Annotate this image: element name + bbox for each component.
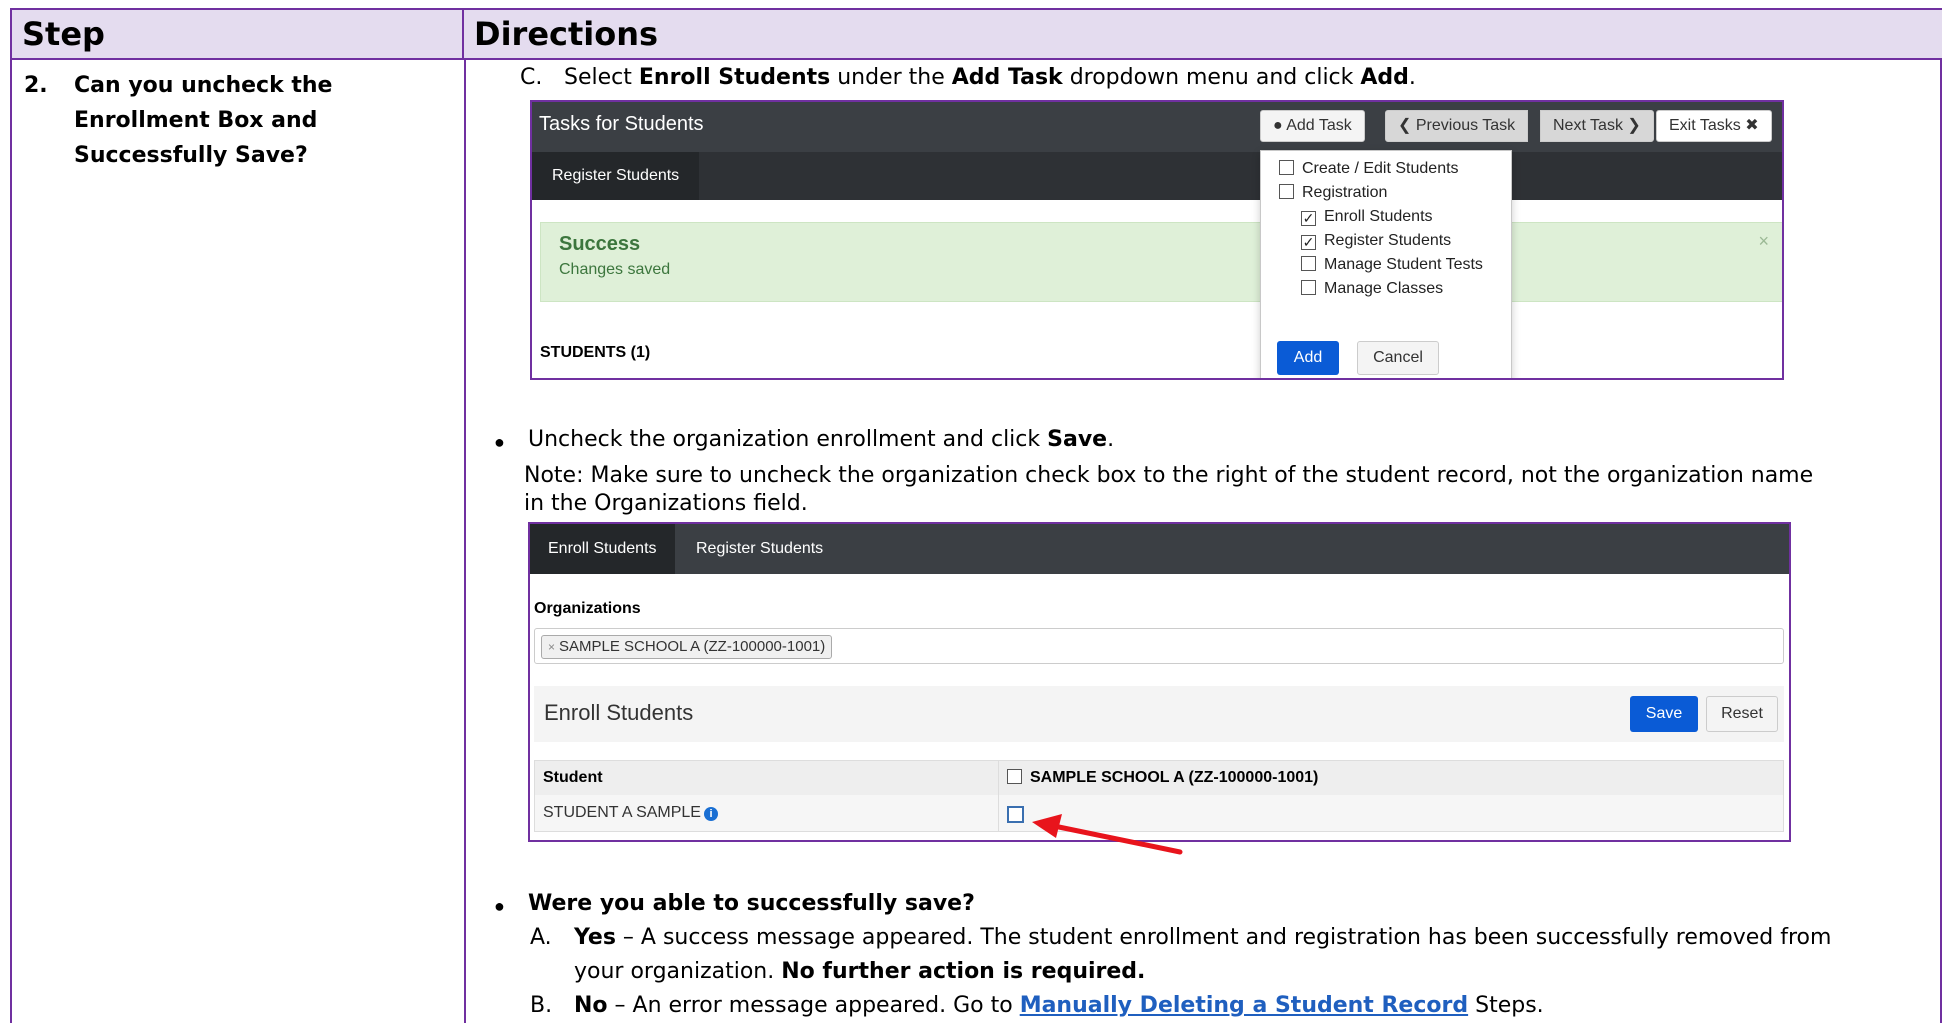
column-header-student: Student <box>535 761 999 795</box>
remove-icon[interactable]: × <box>548 640 555 654</box>
header-step: Step <box>12 10 464 60</box>
chevron-left-icon: ❮ <box>1398 117 1412 134</box>
checkbox-icon[interactable] <box>1279 184 1294 199</box>
enroll-panel-header: Enroll Students Save Reset <box>534 686 1784 742</box>
column-divider <box>464 60 466 1023</box>
add-button[interactable]: Add <box>1277 341 1339 375</box>
success-title: Success <box>559 233 641 255</box>
checkbox-icon[interactable] <box>1301 280 1316 295</box>
answer-a-text: Yes – A success message appeared. The st… <box>574 925 1832 950</box>
close-icon: ✖ <box>1745 117 1759 134</box>
answer-b-text: No – An error message appeared. Go to Ma… <box>574 993 1544 1018</box>
manually-deleting-link[interactable]: Manually Deleting a Student Record <box>1020 993 1468 1018</box>
enrollment-checkbox[interactable] <box>1007 806 1024 823</box>
answer-a-line-2: your organization. No further action is … <box>574 959 1146 984</box>
plus-circle-icon: ● <box>1273 117 1283 134</box>
organization-chip[interactable]: × SAMPLE SCHOOL A (ZZ-100000-1001) <box>541 635 833 659</box>
select-all-checkbox[interactable] <box>1007 769 1022 784</box>
tasks-title: Tasks for Students <box>539 113 704 135</box>
checked-checkbox-icon[interactable]: ✓ <box>1301 235 1316 250</box>
info-icon[interactable]: i <box>703 807 718 821</box>
organizations-label: Organizations <box>534 600 641 617</box>
menu-item-manage-student-tests[interactable]: Manage Student Tests <box>1301 253 1483 277</box>
enroll-tab-bar: Enroll Students Register Students <box>530 524 1789 574</box>
direction-c-label: C. <box>520 65 543 90</box>
students-count: STUDENTS (1) <box>540 344 651 361</box>
close-alert-icon[interactable]: × <box>1758 231 1769 252</box>
step-line-3: Successfully Save? <box>74 143 308 168</box>
tasks-tab-bar: Register Students <box>532 152 1782 200</box>
menu-item-enroll-students[interactable]: ✓ Enroll Students <box>1301 205 1433 229</box>
exit-tasks-button[interactable]: Exit Tasks ✖ <box>1656 110 1772 142</box>
note-line-2: in the Organizations field. <box>524 491 808 516</box>
checkbox-icon[interactable] <box>1301 256 1316 271</box>
column-header-school: SAMPLE SCHOOL A (ZZ-100000-1001) <box>999 761 1783 795</box>
success-alert: Success Changes saved × <box>540 222 1782 302</box>
uncheck-instruction: Uncheck the organization enrollment and … <box>528 427 1115 452</box>
tab-register-students[interactable]: Register Students <box>532 152 700 200</box>
tab-register-students[interactable]: Register Students <box>678 524 841 574</box>
bullet-icon: ● <box>494 896 505 916</box>
tasks-screenshot: Tasks for Students ● Add Task ❮ Previous… <box>530 100 1784 380</box>
reset-button[interactable]: Reset <box>1706 696 1778 732</box>
red-arrow-icon <box>1032 814 1183 855</box>
panel-title: Enroll Students <box>544 700 694 725</box>
add-task-button[interactable]: ● Add Task <box>1260 110 1365 142</box>
answer-b-label: B. <box>530 993 553 1018</box>
question-text: Were you able to successfully save? <box>528 891 975 916</box>
enroll-screenshot: Enroll Students Register Students Organi… <box>528 522 1791 842</box>
next-task-button[interactable]: Next Task ❯ <box>1540 110 1654 142</box>
add-task-dropdown: Create / Edit Students Registration ✓ Enr… <box>1260 150 1512 378</box>
menu-item-create-edit-students[interactable]: Create / Edit Students <box>1279 157 1459 181</box>
checkbox-icon[interactable] <box>1279 160 1294 175</box>
table-row-student: STUDENT A SAMPLE i <box>535 795 999 831</box>
step-line-1: Can you uncheck the <box>74 73 333 98</box>
checked-checkbox-icon[interactable]: ✓ <box>1301 211 1316 226</box>
bullet-icon: ● <box>494 432 505 452</box>
organizations-field[interactable]: × SAMPLE SCHOOL A (ZZ-100000-1001) <box>534 628 1784 664</box>
menu-item-registration[interactable]: Registration <box>1279 181 1387 205</box>
menu-item-manage-classes[interactable]: Manage Classes <box>1301 277 1443 301</box>
step-number: 2. <box>24 73 48 98</box>
step-line-2: Enrollment Box and <box>74 108 318 133</box>
success-message: Changes saved <box>559 261 671 278</box>
tab-enroll-students[interactable]: Enroll Students <box>530 524 675 574</box>
answer-a-label: A. <box>530 925 552 950</box>
header-directions: Directions <box>464 10 1942 60</box>
previous-task-button[interactable]: ❮ Previous Task <box>1385 110 1529 142</box>
cancel-button[interactable]: Cancel <box>1357 341 1439 375</box>
tasks-header-bar: Tasks for Students ● Add Task ❮ Previous… <box>532 102 1782 152</box>
chevron-right-icon: ❯ <box>1627 117 1641 134</box>
save-button[interactable]: Save <box>1630 696 1698 732</box>
menu-item-register-students[interactable]: ✓ Register Students <box>1301 229 1451 253</box>
direction-c-text: Select Enroll Students under the Add Tas… <box>564 65 1416 90</box>
step-cell: 2. Can you uncheck the Enrollment Box an… <box>24 68 444 173</box>
